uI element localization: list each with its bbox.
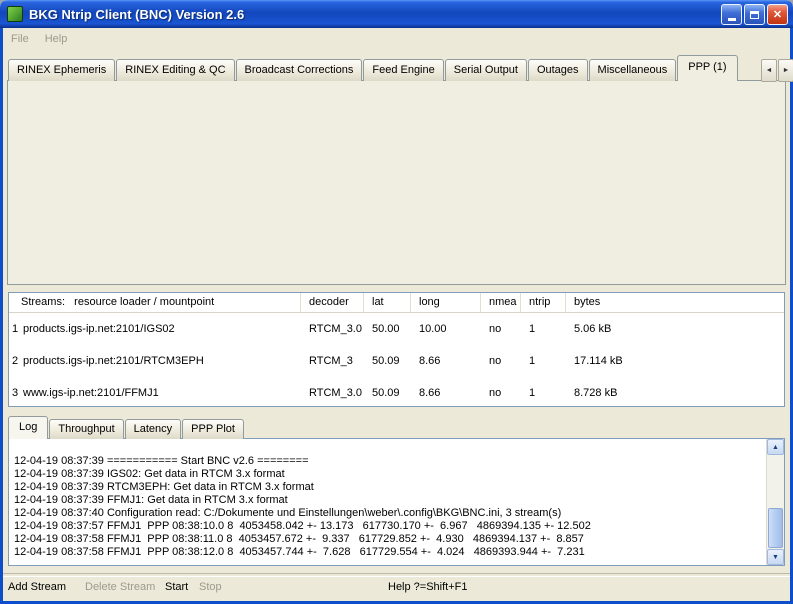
tab-serial-output[interactable]: Serial Output	[445, 59, 527, 81]
chevron-left-icon: ◄	[766, 67, 773, 74]
tab-scroll-arrows: ◄ ►	[760, 59, 793, 82]
streams-header-bytes: bytes	[566, 293, 784, 312]
maximize-icon	[750, 11, 759, 19]
cell-lat: 50.00	[364, 323, 411, 335]
tab-scroll-left-button[interactable]: ◄	[761, 59, 777, 82]
cell-decoder: RTCM_3.0	[301, 387, 364, 399]
close-button[interactable]: ✕	[767, 4, 788, 25]
ppp-panel	[7, 80, 786, 285]
cell-ntrip: 1	[521, 387, 566, 399]
row-number: 1	[9, 323, 21, 335]
streams-header-decoder: decoder	[301, 293, 364, 312]
chevron-right-icon: ►	[783, 67, 790, 74]
title-bar[interactable]: BKG Ntrip Client (BNC) Version 2.6 ✕	[0, 0, 793, 28]
log-line: 12-04-19 08:37:39 =========== Start BNC …	[14, 455, 765, 468]
menu-file[interactable]: File	[3, 33, 37, 45]
start-button[interactable]: Start	[165, 579, 188, 595]
tab-latency[interactable]: Latency	[125, 419, 182, 439]
log-vertical-scrollbar[interactable]: ▲ ▼	[766, 439, 784, 565]
cell-lat: 50.09	[364, 387, 411, 399]
minimize-button[interactable]	[721, 4, 742, 25]
cell-mountpoint: www.igs-ip.net:2101/FFMJ1	[21, 387, 301, 399]
menu-bar: File Help	[3, 28, 790, 50]
bnc-window: BKG Ntrip Client (BNC) Version 2.6 ✕ Fil…	[0, 0, 793, 604]
log-line: 12-04-19 08:37:57 FFMJ1 PPP 08:38:10.0 8…	[14, 520, 765, 533]
action-bar: Add Stream Delete Stream Start Stop Help…	[0, 579, 793, 599]
cell-long: 10.00	[411, 323, 481, 335]
log-line: 12-04-19 08:37:40 Configuration read: C:…	[14, 507, 765, 520]
window-title: BKG Ntrip Client (BNC) Version 2.6	[29, 7, 244, 22]
cell-lat: 50.09	[364, 355, 411, 367]
close-icon: ✕	[773, 8, 782, 21]
tab-ppp-1[interactable]: PPP (1)	[677, 55, 737, 81]
row-number: 3	[9, 387, 21, 399]
log-line: 12-04-19 08:37:58 FFMJ1 PPP 08:38:12.0 8…	[14, 546, 765, 559]
cell-mountpoint: products.igs-ip.net:2101/RTCM3EPH	[21, 355, 301, 367]
streams-header-row: Streams: resource loader / mountpoint de…	[9, 293, 784, 313]
cell-ntrip: 1	[521, 323, 566, 335]
streams-header-long: long	[411, 293, 481, 312]
scrollbar-thumb[interactable]	[768, 508, 783, 548]
log-line: 12-04-19 08:37:39 FFMJ1: Get data in RTC…	[14, 494, 765, 507]
log-line: 12-04-19 08:37:39 IGS02: Get data in RTC…	[14, 468, 765, 481]
tab-rinex-editing-qc[interactable]: RINEX Editing & QC	[116, 59, 234, 81]
bottom-tab-bar: Log Throughput Latency PPP Plot	[8, 417, 245, 439]
cell-nmea: no	[481, 355, 521, 367]
table-row[interactable]: 1 products.igs-ip.net:2101/IGS02 RTCM_3.…	[9, 313, 784, 345]
tab-outages[interactable]: Outages	[528, 59, 588, 81]
maximize-button[interactable]	[744, 4, 765, 25]
tab-log[interactable]: Log	[8, 416, 48, 439]
log-line: 12-04-19 08:37:39 RTCM3EPH: Get data in …	[14, 481, 765, 494]
arrow-up-icon: ▲	[772, 444, 779, 451]
streams-header-ntrip: ntrip	[521, 293, 566, 312]
tab-feed-engine[interactable]: Feed Engine	[363, 59, 443, 81]
cell-nmea: no	[481, 323, 521, 335]
cell-ntrip: 1	[521, 355, 566, 367]
tab-miscellaneous[interactable]: Miscellaneous	[589, 59, 677, 81]
table-row[interactable]: 3 www.igs-ip.net:2101/FFMJ1 RTCM_3.0 50.…	[9, 377, 784, 409]
add-stream-button[interactable]: Add Stream	[8, 579, 66, 595]
streams-header-nmea: nmea	[481, 293, 521, 312]
streams-header-mountpoint: Streams: resource loader / mountpoint	[9, 293, 301, 312]
table-row[interactable]: 2 products.igs-ip.net:2101/RTCM3EPH RTCM…	[9, 345, 784, 377]
top-tab-bar: RINEX Ephemeris RINEX Editing & QC Broad…	[8, 56, 739, 81]
scroll-up-button[interactable]: ▲	[767, 439, 784, 455]
window-border-left	[0, 28, 3, 601]
log-lines: 12-04-19 08:37:39 =========== Start BNC …	[9, 439, 767, 565]
tab-rinex-ephemeris[interactable]: RINEX Ephemeris	[8, 59, 115, 81]
delete-stream-button[interactable]: Delete Stream	[85, 579, 155, 595]
row-number: 2	[9, 355, 21, 367]
log-view[interactable]: 12-04-19 08:37:39 =========== Start BNC …	[8, 438, 785, 566]
cell-decoder: RTCM_3	[301, 355, 364, 367]
cell-long: 8.66	[411, 355, 481, 367]
cell-bytes: 5.06 kB	[566, 323, 784, 335]
streams-header-lat: lat	[364, 293, 411, 312]
cell-mountpoint: products.igs-ip.net:2101/IGS02	[21, 323, 301, 335]
stop-button[interactable]: Stop	[199, 579, 222, 595]
app-icon	[7, 6, 23, 22]
tab-broadcast-corrections[interactable]: Broadcast Corrections	[236, 59, 363, 81]
streams-table: Streams: resource loader / mountpoint de…	[8, 292, 785, 407]
arrow-down-icon: ▼	[772, 554, 779, 561]
cell-long: 8.66	[411, 387, 481, 399]
menu-help[interactable]: Help	[37, 33, 76, 45]
minimize-icon	[728, 9, 736, 21]
tab-ppp-plot[interactable]: PPP Plot	[182, 419, 244, 439]
cell-bytes: 17.114 kB	[566, 355, 784, 367]
help-hint: Help ?=Shift+F1	[388, 579, 468, 595]
scroll-down-button[interactable]: ▼	[767, 549, 784, 565]
cell-nmea: no	[481, 387, 521, 399]
cell-decoder: RTCM_3.0	[301, 323, 364, 335]
bottom-separator	[3, 573, 790, 577]
log-line: 12-04-19 08:37:58 FFMJ1 PPP 08:38:11.0 8…	[14, 533, 765, 546]
tab-scroll-right-button[interactable]: ►	[778, 59, 793, 82]
cell-bytes: 8.728 kB	[566, 387, 784, 399]
tab-throughput[interactable]: Throughput	[49, 419, 123, 439]
